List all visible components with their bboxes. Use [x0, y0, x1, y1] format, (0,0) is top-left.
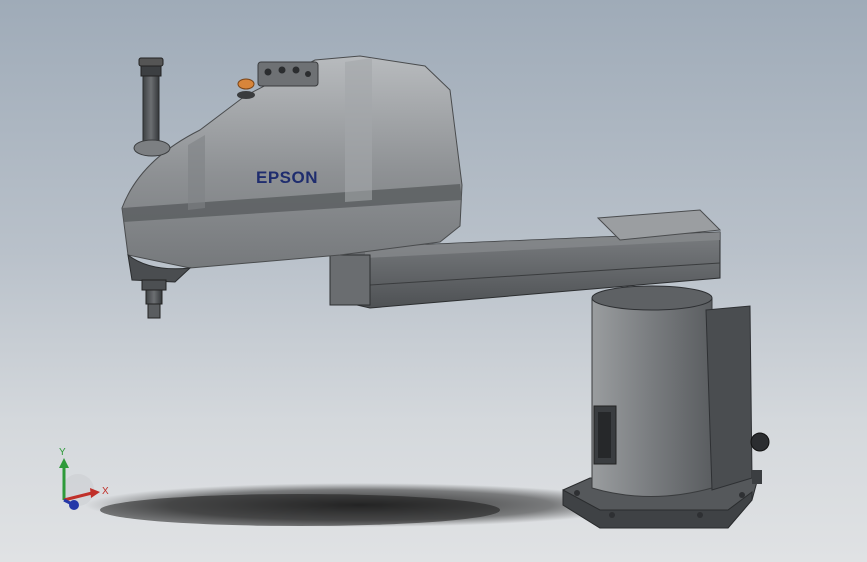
x-axis-label: X: [102, 486, 109, 497]
x-axis-arrow: [90, 488, 100, 498]
robot-column[interactable]: [591, 285, 770, 497]
connector-port: [278, 66, 286, 74]
shaft-cap: [138, 57, 164, 67]
column-access-slot: [598, 412, 611, 458]
shaft-bearing: [133, 139, 171, 157]
connector-port: [292, 66, 300, 74]
cable-connector: [750, 432, 770, 452]
robot-arm-2[interactable]: EPSON: [121, 55, 463, 269]
ground-shadow-core: [100, 494, 500, 526]
y-axis-arrow: [59, 458, 69, 468]
robot-model-scene[interactable]: EPSON Y X: [0, 0, 867, 562]
base-bolt: [739, 492, 745, 498]
arm-elbow-housing: [329, 254, 371, 306]
z-axis-cap: [69, 500, 79, 510]
indicator-lamp: [237, 78, 255, 90]
connector-port: [264, 68, 272, 76]
base-bolt: [697, 512, 703, 518]
cad-viewport[interactable]: EPSON Y X: [0, 0, 867, 562]
base-bolt: [574, 490, 580, 496]
indicator-base: [237, 91, 255, 99]
brand-label: EPSON: [256, 168, 318, 187]
column-side-cover: [705, 305, 753, 491]
spline-shaft-upper[interactable]: [133, 57, 171, 157]
arm-2-panel-line: [345, 58, 372, 202]
cable-fitting: [752, 470, 762, 484]
shaft-lower-collar: [141, 279, 167, 291]
shaft-lower-body: [145, 289, 163, 305]
shaft-collar: [140, 65, 162, 77]
arm-2-panel-line: [188, 135, 205, 210]
connector-port: [305, 71, 311, 77]
shaft-tip: [147, 303, 161, 319]
base-bolt: [609, 512, 615, 518]
column-top-flange: [591, 285, 713, 311]
y-axis-label: Y: [59, 447, 66, 458]
